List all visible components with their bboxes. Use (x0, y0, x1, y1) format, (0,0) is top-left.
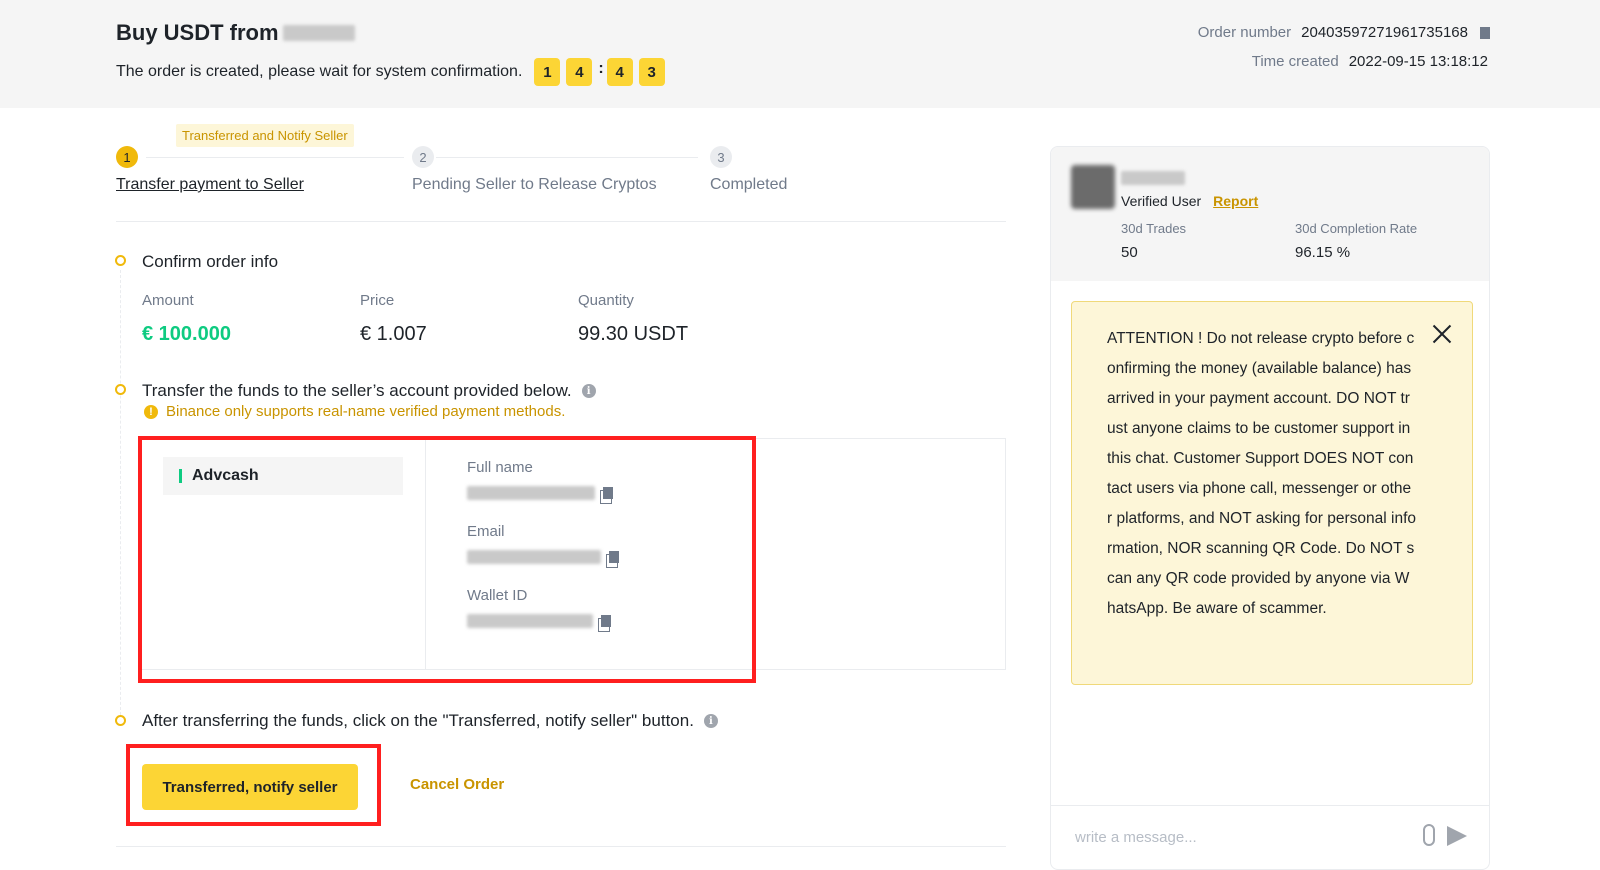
section-divider (116, 846, 1006, 847)
report-link[interactable]: Report (1213, 193, 1258, 209)
step-pending-release: 2 Pending Seller to Release Cryptos (412, 146, 657, 194)
step-number: 2 (412, 146, 434, 168)
time-created-value: 2022-09-15 13:18:12 (1348, 53, 1488, 70)
verified-user-label: Verified User (1121, 193, 1202, 209)
chat-panel: Verified User Report 30d Trades 50 30d C… (1050, 146, 1490, 870)
quantity-block: Quantity 99.30 USDT (578, 292, 688, 346)
verified-row: Verified User Report (1121, 193, 1258, 209)
trades-label: 30d Trades (1121, 221, 1187, 236)
order-header: Buy USDT from The order is created, plea… (0, 0, 1600, 108)
confirm-order-title: Confirm order info (142, 252, 278, 272)
time-created-row: Time created 2022-09-15 13:18:12 (1198, 53, 1488, 70)
order-number-value: 20403597271961735168 (1301, 24, 1468, 41)
seller-info: Verified User Report 30d Trades 50 30d C… (1051, 147, 1489, 281)
amount-value: € 100.000 (142, 323, 231, 345)
avatar (1071, 165, 1115, 209)
step-transfer-payment[interactable]: 1 Transfer payment to Seller (116, 146, 304, 194)
message-input[interactable] (1075, 822, 1395, 852)
completion-label: 30d Completion Rate (1295, 221, 1418, 236)
copy-icon[interactable] (1477, 26, 1490, 44)
price-label: Price (360, 292, 395, 309)
status-message: The order is created, please wait for sy… (116, 63, 523, 80)
title-text: Buy USDT from (116, 20, 279, 45)
confirm-order-text: Confirm order info (142, 252, 279, 271)
progress-steps: Transferred and Notify Seller 1 Transfer… (116, 120, 1006, 222)
info-icon[interactable]: i (703, 714, 718, 728)
after-transfer-title: After transferring the funds, click on t… (142, 711, 718, 731)
amount-block: Amount € 100.000 (142, 292, 231, 346)
completion-value: 96.15 % (1295, 244, 1351, 261)
timeline-dot (115, 715, 126, 726)
warning-icon: ! (144, 404, 158, 419)
order-number-row: Order number 20403597271961735168 (1197, 24, 1490, 44)
step-badge: Transferred and Notify Seller (176, 124, 354, 147)
verification-warning: ! Binance only supports real-name verifi… (144, 403, 565, 420)
send-icon[interactable] (1447, 826, 1467, 846)
order-number-label: Order number (1197, 24, 1292, 41)
highlight-notify-button (126, 744, 381, 826)
transfer-funds-title: Transfer the funds to the seller’s accou… (142, 381, 596, 401)
warning-text: Binance only supports real-name verified… (166, 403, 566, 420)
page-title: Buy USDT from (116, 20, 355, 46)
countdown-timer: 1 4 : 4 3 (534, 58, 670, 86)
timer-digit: 4 (566, 58, 593, 86)
timer-digit: 3 (638, 58, 665, 86)
highlight-payment-details (138, 436, 756, 683)
seller-name-redacted (282, 25, 355, 41)
close-icon[interactable] (1432, 324, 1452, 344)
after-transfer-text: After transferring the funds, click on t… (142, 711, 694, 730)
timeline-dot (115, 255, 126, 266)
price-block: Price € 1.007 (360, 292, 427, 346)
quantity-value: 99.30 USDT (578, 323, 689, 345)
price-value: € 1.007 (360, 323, 427, 345)
timeline-line (120, 270, 121, 720)
trades-stat: 30d Trades 50 (1121, 221, 1186, 261)
quantity-label: Quantity (578, 292, 634, 309)
timeline-dot (115, 384, 126, 395)
notice-text: ATTENTION ! Do not release crypto before… (1107, 330, 1416, 617)
message-bar (1051, 805, 1489, 869)
step-label: Pending Seller to Release Cryptos (412, 176, 657, 193)
info-icon[interactable]: i (581, 384, 596, 398)
timer-digit: 4 (606, 58, 633, 86)
step-label: Transfer payment to Seller (116, 176, 304, 193)
paperclip-icon[interactable] (1423, 824, 1435, 846)
timer-separator: : (598, 60, 604, 77)
step-number: 1 (116, 146, 138, 168)
timer-digit: 1 (534, 58, 561, 86)
attention-notice: ATTENTION ! Do not release crypto before… (1071, 301, 1473, 685)
order-status-text: The order is created, please wait for sy… (116, 58, 671, 86)
seller-nickname-redacted (1121, 171, 1185, 185)
step-number: 3 (710, 146, 732, 168)
transfer-funds-text: Transfer the funds to the seller’s accou… (142, 381, 572, 400)
step-completed: 3 Completed (710, 146, 787, 194)
amount-label: Amount (142, 292, 194, 309)
completion-stat: 30d Completion Rate 96.15 % (1295, 221, 1417, 261)
cancel-order-button[interactable]: Cancel Order (410, 776, 504, 793)
order-meta: Order number 20403597271961735168 Time c… (1198, 24, 1490, 82)
step-label: Completed (710, 176, 788, 193)
time-created-label: Time created (1251, 53, 1339, 70)
trades-value: 50 (1121, 244, 1138, 261)
